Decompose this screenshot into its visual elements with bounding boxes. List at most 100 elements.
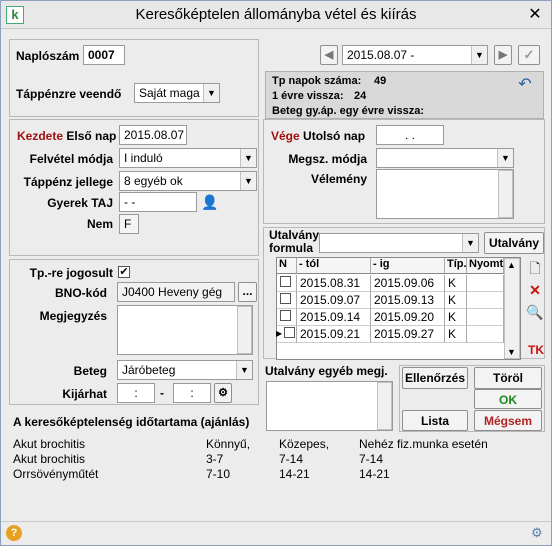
jelleg-select[interactable]: 8 egyéb ok ▼ bbox=[119, 171, 257, 191]
row-nyomt bbox=[467, 292, 504, 309]
row-checkbox[interactable] bbox=[280, 276, 291, 287]
chevron-down-icon[interactable]: ▼ bbox=[240, 149, 256, 167]
delete-x-icon[interactable]: ✕ bbox=[526, 281, 544, 299]
tp-napok-label: Tp napok száma: bbox=[272, 75, 362, 87]
beteg-select[interactable]: Járóbeteg ▼ bbox=[117, 360, 253, 380]
megj-scrollbar[interactable] bbox=[237, 306, 252, 354]
felvetel-select[interactable]: I induló ▼ bbox=[119, 148, 257, 168]
bno-lookup-button[interactable]: ... bbox=[238, 282, 257, 302]
chevron-down-icon[interactable]: ▼ bbox=[471, 46, 487, 64]
kezdete-red-label: Kezdete bbox=[17, 129, 64, 143]
grid-header-tip: Típ. bbox=[445, 258, 467, 274]
new-document-icon[interactable]: 🗋 bbox=[526, 259, 544, 277]
chevron-down-icon[interactable]: ▼ bbox=[497, 149, 513, 167]
megsz-select[interactable]: ▼ bbox=[376, 148, 514, 168]
utalvany-button[interactable]: Utalvány bbox=[484, 232, 544, 254]
row-tip: K bbox=[445, 275, 467, 292]
help-icon[interactable]: ? bbox=[6, 525, 22, 541]
row-checkbox-cell[interactable] bbox=[277, 292, 297, 309]
lista-button[interactable]: Lista bbox=[402, 410, 468, 431]
settings-gear-icon[interactable]: ⚙ bbox=[531, 525, 543, 541]
grid-header-n: N bbox=[277, 258, 297, 274]
chevron-down-icon[interactable]: ▼ bbox=[203, 84, 219, 102]
elso-nap-input[interactable]: 2015.08.07 bbox=[119, 125, 187, 145]
row-checkbox[interactable] bbox=[280, 293, 291, 304]
prev-button[interactable]: ◀ bbox=[320, 45, 338, 65]
elso-nap-label: Első nap bbox=[66, 129, 117, 143]
row-name: Orrsövényműtét bbox=[13, 467, 99, 481]
beteg-gyap-label: Beteg gy.áp. egy évre vissza: bbox=[272, 105, 425, 117]
felvetel-label: Felvétel módja bbox=[29, 152, 113, 166]
beteg-label: Beteg bbox=[73, 364, 107, 378]
date-select-value: 2015.08.07 - bbox=[347, 48, 415, 62]
row-light: 7-10 bbox=[206, 467, 231, 481]
utolso-input[interactable]: . . bbox=[376, 125, 444, 145]
jelleg-label: Táppénz jellege bbox=[23, 175, 113, 189]
chevron-down-icon[interactable]: ▼ bbox=[462, 234, 478, 252]
scroll-up-icon[interactable]: ▲ bbox=[507, 260, 516, 270]
row-tip: K bbox=[445, 326, 467, 343]
egyeb-megj-scrollbar[interactable] bbox=[377, 382, 392, 430]
tappenz-label: Táppénzre veendő bbox=[16, 87, 122, 101]
date-select[interactable]: 2015.08.07 - ▼ bbox=[342, 45, 488, 65]
tk-label[interactable]: TK bbox=[525, 341, 547, 359]
taj-input[interactable]: - - bbox=[119, 192, 197, 212]
megsem-button[interactable]: Mégsem bbox=[474, 410, 542, 431]
recommendation-heading: A keresőképtelenség időtartama (ajánlás) bbox=[13, 415, 250, 429]
row-medium: 14-21 bbox=[279, 467, 310, 481]
row-tip: K bbox=[445, 292, 467, 309]
grid-scrollbar[interactable]: ▲ ▼ bbox=[504, 258, 520, 359]
naplo-input[interactable]: 0007 bbox=[83, 45, 125, 65]
tappenz-select[interactable]: Saját maga ▼ bbox=[134, 83, 220, 103]
utalvany-formula-select[interactable]: ▼ bbox=[319, 233, 479, 253]
chevron-down-icon[interactable]: ▼ bbox=[240, 172, 256, 190]
add-person-icon[interactable]: 👤 bbox=[201, 193, 219, 211]
row-checkbox-cell[interactable] bbox=[277, 309, 297, 326]
row-tol: 2015.09.14 bbox=[297, 309, 371, 326]
utalvany-grid: N - tól - ig Típ. Nyomt 2015.08.31 2015.… bbox=[276, 257, 521, 360]
egyeb-megj-textarea[interactable] bbox=[266, 381, 393, 431]
naplo-label: Naplószám bbox=[16, 49, 80, 63]
row-checkbox-cell[interactable] bbox=[277, 275, 297, 292]
row-checkbox[interactable] bbox=[284, 327, 295, 338]
jogosult-checkbox[interactable]: ✔ bbox=[118, 266, 130, 278]
undo-arrow-icon[interactable]: ↶ bbox=[516, 76, 534, 94]
col-header-nehez: Nehéz fiz.munka esetén bbox=[359, 437, 488, 451]
ellenorzes-button[interactable]: Ellenőrzés bbox=[402, 367, 468, 389]
row-name: Akut brochitis bbox=[13, 452, 86, 466]
jogosult-label: Tp.-re jogosult bbox=[29, 266, 113, 280]
status-bar bbox=[1, 521, 551, 545]
row-checkbox-cell[interactable]: ▶ bbox=[276, 326, 297, 343]
close-icon[interactable]: ✕ bbox=[525, 5, 545, 25]
row-pointer-icon: ▶ bbox=[276, 329, 283, 338]
row-ig: 2015.09.27 bbox=[371, 326, 445, 343]
scroll-down-icon[interactable]: ▼ bbox=[507, 347, 516, 357]
row-tip: K bbox=[445, 309, 467, 326]
col-header-konnyu: Könnyű, bbox=[206, 437, 251, 451]
velemeny-scrollbar[interactable] bbox=[498, 170, 513, 218]
confirm-check-button[interactable]: ✓ bbox=[518, 45, 540, 65]
kijarhat-from[interactable]: : bbox=[117, 383, 155, 403]
kijarhat-to[interactable]: : bbox=[173, 383, 211, 403]
kezdete-label: Kezdete Első nap bbox=[17, 129, 116, 143]
row-nyomt bbox=[467, 309, 504, 326]
info-panel: Tp napok száma: 49 1 évre vissza: 24 Bet… bbox=[265, 71, 544, 119]
bno-label: BNO-kód bbox=[55, 286, 107, 300]
preview-search-icon[interactable]: 🔍 bbox=[526, 303, 544, 321]
row-checkbox[interactable] bbox=[280, 310, 291, 321]
ok-button[interactable]: OK bbox=[474, 389, 542, 409]
dialog-window: k Keresőképtelen állományba vétel és kií… bbox=[0, 0, 552, 546]
chevron-down-icon[interactable]: ▼ bbox=[236, 361, 252, 379]
next-button[interactable]: ▶ bbox=[494, 45, 512, 65]
felvetel-value: I induló bbox=[124, 151, 163, 165]
tp-napok-value: 49 bbox=[374, 75, 387, 87]
row-nyomt bbox=[467, 275, 504, 292]
megj-textarea[interactable] bbox=[117, 305, 253, 355]
gear-icon[interactable]: ⚙ bbox=[214, 383, 232, 403]
jelleg-value: 8 egyéb ok bbox=[124, 174, 183, 188]
torol-button[interactable]: Töröl bbox=[474, 367, 542, 389]
velemeny-textarea[interactable] bbox=[376, 169, 514, 219]
vege-red-label: Vége bbox=[271, 129, 300, 143]
bno-input[interactable]: J0400 Heveny gég bbox=[117, 282, 235, 302]
kijarhat-dash: - bbox=[160, 386, 164, 400]
